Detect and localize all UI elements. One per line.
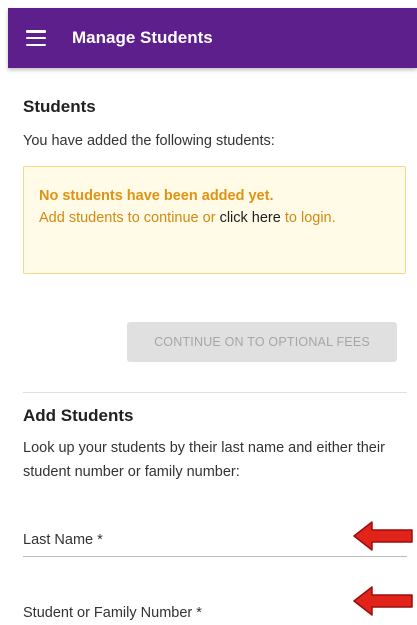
red-arrow-left-icon — [353, 521, 413, 551]
continue-optional-fees-button[interactable]: CONTINUE ON TO OPTIONAL FEES — [127, 322, 397, 362]
lookup-instructions: Look up your students by their last name… — [23, 440, 385, 480]
no-students-notice: No students have been added yet. Add stu… — [23, 166, 406, 274]
students-heading: Students — [23, 97, 96, 116]
notice-headline: No students have been added yet. — [39, 188, 274, 204]
last-name-label: Last Name * — [23, 532, 103, 548]
main-content: Students You have added the following st… — [23, 68, 407, 621]
student-family-number-label: Student or Family Number * — [23, 605, 202, 621]
page-title: Manage Students — [72, 28, 213, 47]
notice-text-after: to login. — [280, 210, 336, 226]
student-family-number-field[interactable]: Student or Family Number * — [23, 600, 407, 625]
last-name-field[interactable]: Last Name * — [23, 527, 407, 557]
continue-row: CONTINUE ON TO OPTIONAL FEES — [23, 322, 407, 362]
app-bar: Manage Students — [8, 8, 417, 68]
add-students-heading: Add Students — [23, 406, 134, 425]
login-link[interactable]: click here — [220, 210, 281, 226]
red-arrow-left-icon — [353, 586, 413, 616]
students-intro: You have added the following students: — [23, 133, 275, 149]
section-divider — [23, 392, 407, 393]
notice-text-before: Add students to continue or — [39, 210, 220, 226]
hamburger-menu-icon[interactable] — [26, 30, 46, 46]
notice-body: Add students to continue or click here t… — [39, 207, 390, 229]
